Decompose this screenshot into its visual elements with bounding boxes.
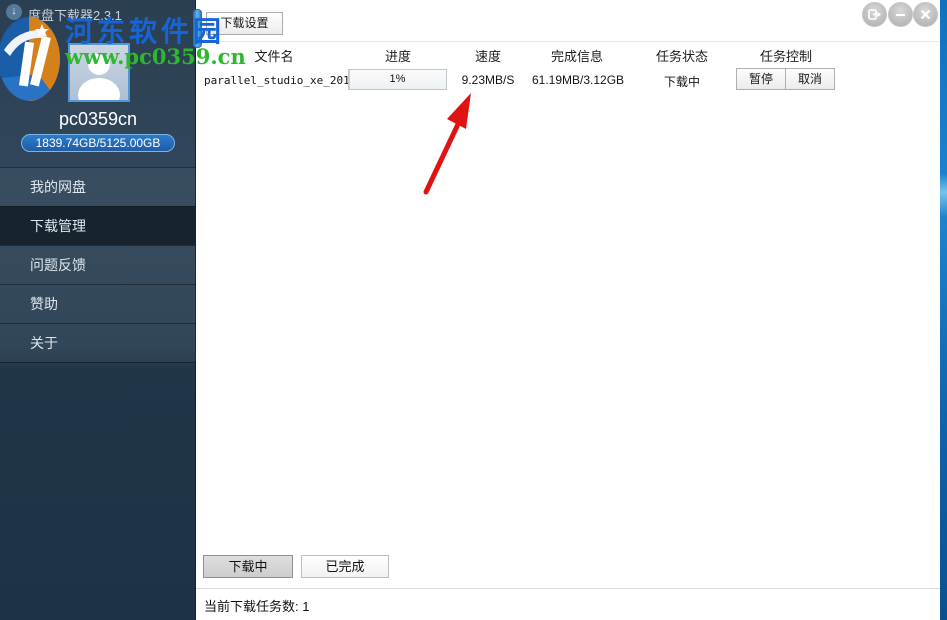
tab-completed[interactable]: 已完成 [301, 555, 389, 578]
sidebar: ↓ 度盘下载器2.3.1 pc0359cn 1839.74GB/5125.00G… [0, 0, 196, 620]
progress-label: 1% [390, 73, 406, 85]
titlebar: ↓ 度盘下载器2.3.1 [0, 0, 196, 24]
progress-bar: 1% [348, 69, 447, 90]
statusbar-divider [196, 588, 940, 589]
logout-icon [868, 8, 881, 21]
sidebar-menu: 我的网盘 下载管理 问题反馈 赞助 关于 [0, 167, 196, 363]
cell-status: 下载中 [646, 73, 718, 90]
logout-button[interactable] [862, 2, 887, 27]
cancel-button[interactable]: 取消 [785, 68, 835, 90]
header-progress: 进度 [348, 46, 448, 65]
cell-info: 61.19MB/3.12GB [532, 73, 622, 87]
status-label: 当前下载任务数: [204, 599, 299, 614]
header-filename: 文件名 [204, 46, 344, 65]
window-title: 度盘下载器2.3.1 [28, 5, 122, 24]
sidebar-item-sponsor[interactable]: 赞助 [0, 284, 196, 323]
download-app-icon: ↓ [6, 4, 22, 20]
cell-filename: parallel_studio_xe_201 [204, 74, 344, 87]
sidebar-item-my-drive[interactable]: 我的网盘 [0, 167, 196, 206]
close-button[interactable] [913, 2, 938, 27]
header-info: 完成信息 [532, 46, 622, 65]
statusbar: 当前下载任务数: 1 [204, 596, 309, 615]
header-speed: 速度 [448, 46, 528, 65]
sidebar-item-download-manager[interactable]: 下载管理 [0, 206, 196, 245]
sidebar-item-about[interactable]: 关于 [0, 323, 196, 362]
download-settings-button[interactable]: 下载设置 [206, 12, 283, 35]
avatar[interactable] [68, 43, 130, 102]
progress-fill [349, 70, 350, 89]
header-control: 任务控制 [730, 46, 842, 65]
panel-handle[interactable] [193, 9, 202, 48]
username: pc0359cn [0, 109, 196, 130]
header-status: 任务状态 [646, 46, 718, 65]
minimize-icon [894, 8, 907, 21]
close-icon [919, 8, 932, 21]
pause-button[interactable]: 暂停 [736, 68, 786, 90]
status-count: 1 [302, 599, 309, 614]
cell-speed: 9.23MB/S [448, 73, 528, 87]
red-annotation-arrow [418, 86, 482, 198]
toolbar-divider [196, 41, 940, 42]
minimize-button[interactable] [888, 2, 913, 27]
table-row: parallel_studio_xe_201 1% 9.23MB/S 61.19… [196, 67, 940, 94]
main-panel: 下载设置 文件名 进度 速度 完成信息 任务状态 任务控制 parallel_s… [196, 0, 940, 620]
tab-downloading[interactable]: 下载中 [203, 555, 293, 578]
person-silhouette-icon [70, 45, 128, 100]
app-window: ↓ 度盘下载器2.3.1 pc0359cn 1839.74GB/5125.00G… [0, 0, 947, 620]
storage-badge: 1839.74GB/5125.00GB [21, 134, 175, 152]
sidebar-item-feedback[interactable]: 问题反馈 [0, 245, 196, 284]
desktop-background-strip [940, 0, 947, 620]
